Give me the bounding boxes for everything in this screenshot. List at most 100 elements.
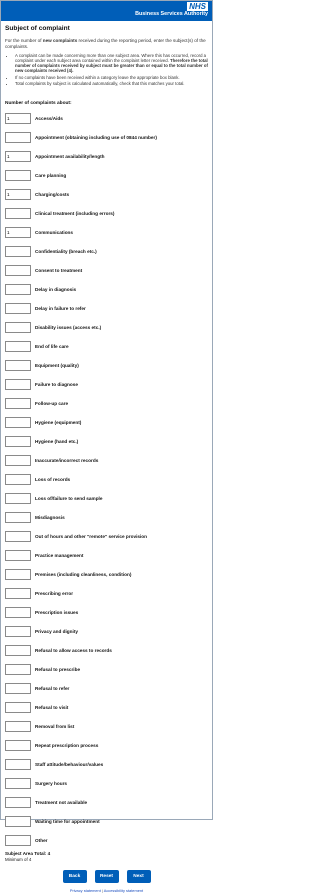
guidance-note: A complaint can be made concerning more …: [15, 53, 208, 74]
complaint-subject-row: Clinical treatment (including errors): [5, 204, 208, 223]
complaint-count-input[interactable]: [5, 436, 31, 448]
complaint-subject-row: Consent to treatment: [5, 261, 208, 280]
page-title: Subject of complaint: [5, 25, 70, 32]
complaint-count-input[interactable]: [5, 664, 31, 676]
guidance-note-text: If no complaints have been received with…: [15, 74, 180, 80]
complaint-subject-row: Refusal to prescribe: [5, 660, 208, 679]
reset-button[interactable]: Reset: [94, 869, 119, 883]
complaint-count-input[interactable]: [5, 151, 31, 163]
complaint-count-input[interactable]: [5, 303, 31, 315]
complaint-subject-row: Delay in failure to refer: [5, 299, 208, 318]
accessibility-statement-link[interactable]: Accessibility statement: [104, 888, 143, 893]
complaint-count-input[interactable]: [5, 835, 31, 847]
intro-text: For the number of new complaints receive…: [5, 38, 208, 50]
complaint-subject-label: Care planning: [35, 173, 67, 179]
minimum-note: Minimum of 4: [5, 856, 32, 862]
complaint-subject-label: Delay in diagnosis: [35, 287, 77, 293]
complaint-subject-row: Inaccurate/incorrect records: [5, 451, 208, 470]
complaint-count-input[interactable]: [5, 721, 31, 733]
complaint-count-input[interactable]: [5, 588, 31, 600]
complaint-count-input[interactable]: [5, 607, 31, 619]
complaint-subject-row: End of life care: [5, 337, 208, 356]
complaint-subject-row: Charging/costs: [5, 185, 208, 204]
complaint-count-input[interactable]: [5, 550, 31, 562]
complaint-subject-label: Premises (including cleanliness, conditi…: [35, 572, 132, 578]
complaint-count-input[interactable]: [5, 645, 31, 657]
complaint-count-input[interactable]: [5, 759, 31, 771]
complaint-count-input[interactable]: [5, 626, 31, 638]
complaint-subject-label: Refusal to prescribe: [35, 667, 81, 673]
complaint-subject-row: Removal from list: [5, 717, 208, 736]
privacy-statement-link[interactable]: Privacy statement: [70, 888, 101, 893]
complaint-count-input[interactable]: [5, 265, 31, 277]
complaint-subject-label: Access/Aids: [35, 116, 63, 122]
back-button[interactable]: Back: [62, 869, 87, 883]
complaint-subject-row: Premises (including cleanliness, conditi…: [5, 565, 208, 584]
intro-bold: new complaints: [42, 38, 78, 43]
complaint-count-input[interactable]: [5, 341, 31, 353]
complaint-subject-label: End of life care: [35, 344, 69, 350]
complaint-count-input[interactable]: [5, 797, 31, 809]
complaint-count-input[interactable]: [5, 208, 31, 220]
complaint-subject-row: Surgery hours: [5, 774, 208, 793]
complaint-subject-row: Treatment not available: [5, 793, 208, 812]
org-name: Business Services Authority: [135, 11, 208, 17]
complaint-subject-row: Appointment (obtaining including use of …: [5, 128, 208, 147]
complaint-count-input[interactable]: [5, 398, 31, 410]
complaint-subject-row: Practice management: [5, 546, 208, 565]
complaint-count-input[interactable]: [5, 227, 31, 239]
complaint-count-input[interactable]: [5, 113, 31, 125]
complaint-subject-row: Refusal to allow access to records: [5, 641, 208, 660]
complaint-count-input[interactable]: [5, 246, 31, 258]
complaint-count-input[interactable]: [5, 170, 31, 182]
complaint-subject-row: Confidentiality (breach etc.): [5, 242, 208, 261]
complaint-subject-label: Communications: [35, 230, 74, 236]
complaint-count-input[interactable]: [5, 189, 31, 201]
complaint-count-input[interactable]: [5, 455, 31, 467]
complaint-subject-row: Prescription issues: [5, 603, 208, 622]
complaint-count-input[interactable]: [5, 322, 31, 334]
complaint-subject-label: Confidentiality (breach etc.): [35, 249, 97, 255]
main-content: Subject of complaint For the number of n…: [1, 21, 212, 893]
complaint-subject-label: Appointment availability/length: [35, 154, 105, 160]
header-bar: NHS Business Services Authority: [1, 1, 212, 21]
complaint-subject-row: Loss of/failure to send sample: [5, 489, 208, 508]
complaint-subject-row: Access/Aids: [5, 109, 208, 128]
complaint-count-input[interactable]: [5, 417, 31, 429]
complaint-count-input[interactable]: [5, 132, 31, 144]
complaint-count-input[interactable]: [5, 531, 31, 543]
complaint-subject-row: Misdiagnosis: [5, 508, 208, 527]
complaint-subject-label: Surgery hours: [35, 781, 68, 787]
complaint-count-input[interactable]: [5, 702, 31, 714]
nhs-logo: NHS: [187, 2, 208, 11]
complaint-subject-row: Refusal to refer: [5, 679, 208, 698]
complaint-count-input[interactable]: [5, 740, 31, 752]
next-button[interactable]: Next: [126, 869, 151, 883]
complaint-subject-label: Out of hours and other "remote" service …: [35, 534, 148, 540]
complaint-subject-row: Hygiene (hand etc.): [5, 432, 208, 451]
complaint-subject-label: Misdiagnosis: [35, 515, 65, 521]
complaint-count-input[interactable]: [5, 512, 31, 524]
complaint-count-input[interactable]: [5, 284, 31, 296]
complaint-count-input[interactable]: [5, 569, 31, 581]
complaint-subject-label: Appointment (obtaining including use of …: [35, 135, 157, 141]
complaint-count-input[interactable]: [5, 816, 31, 828]
complaint-subject-label: Prescription issues: [35, 610, 79, 616]
guidance-notes: A complaint can be made concerning more …: [5, 53, 208, 87]
complaint-count-input[interactable]: [5, 683, 31, 695]
intro-part: For the number of: [5, 38, 43, 43]
guidance-note: Total complaints by subject is calculate…: [15, 81, 208, 86]
guidance-note-text: Total complaints by subject is calculate…: [15, 81, 185, 87]
complaint-count-input[interactable]: [5, 778, 31, 790]
complaint-count-input[interactable]: [5, 360, 31, 372]
guidance-note: If no complaints have been received with…: [15, 75, 208, 80]
complaint-subject-label: Inaccurate/incorrect records: [35, 458, 99, 464]
complaint-subject-row: Other: [5, 831, 208, 850]
complaint-count-input[interactable]: [5, 493, 31, 505]
complaint-count-input[interactable]: [5, 379, 31, 391]
complaint-subject-row: Prescribing error: [5, 584, 208, 603]
complaint-subject-label: Failure to diagnose: [35, 382, 78, 388]
footer-links: Privacy statement | Accessibility statem…: [5, 888, 208, 893]
complaint-count-input[interactable]: [5, 474, 31, 486]
complaint-subject-label: Waiting time for appointment: [35, 819, 100, 825]
